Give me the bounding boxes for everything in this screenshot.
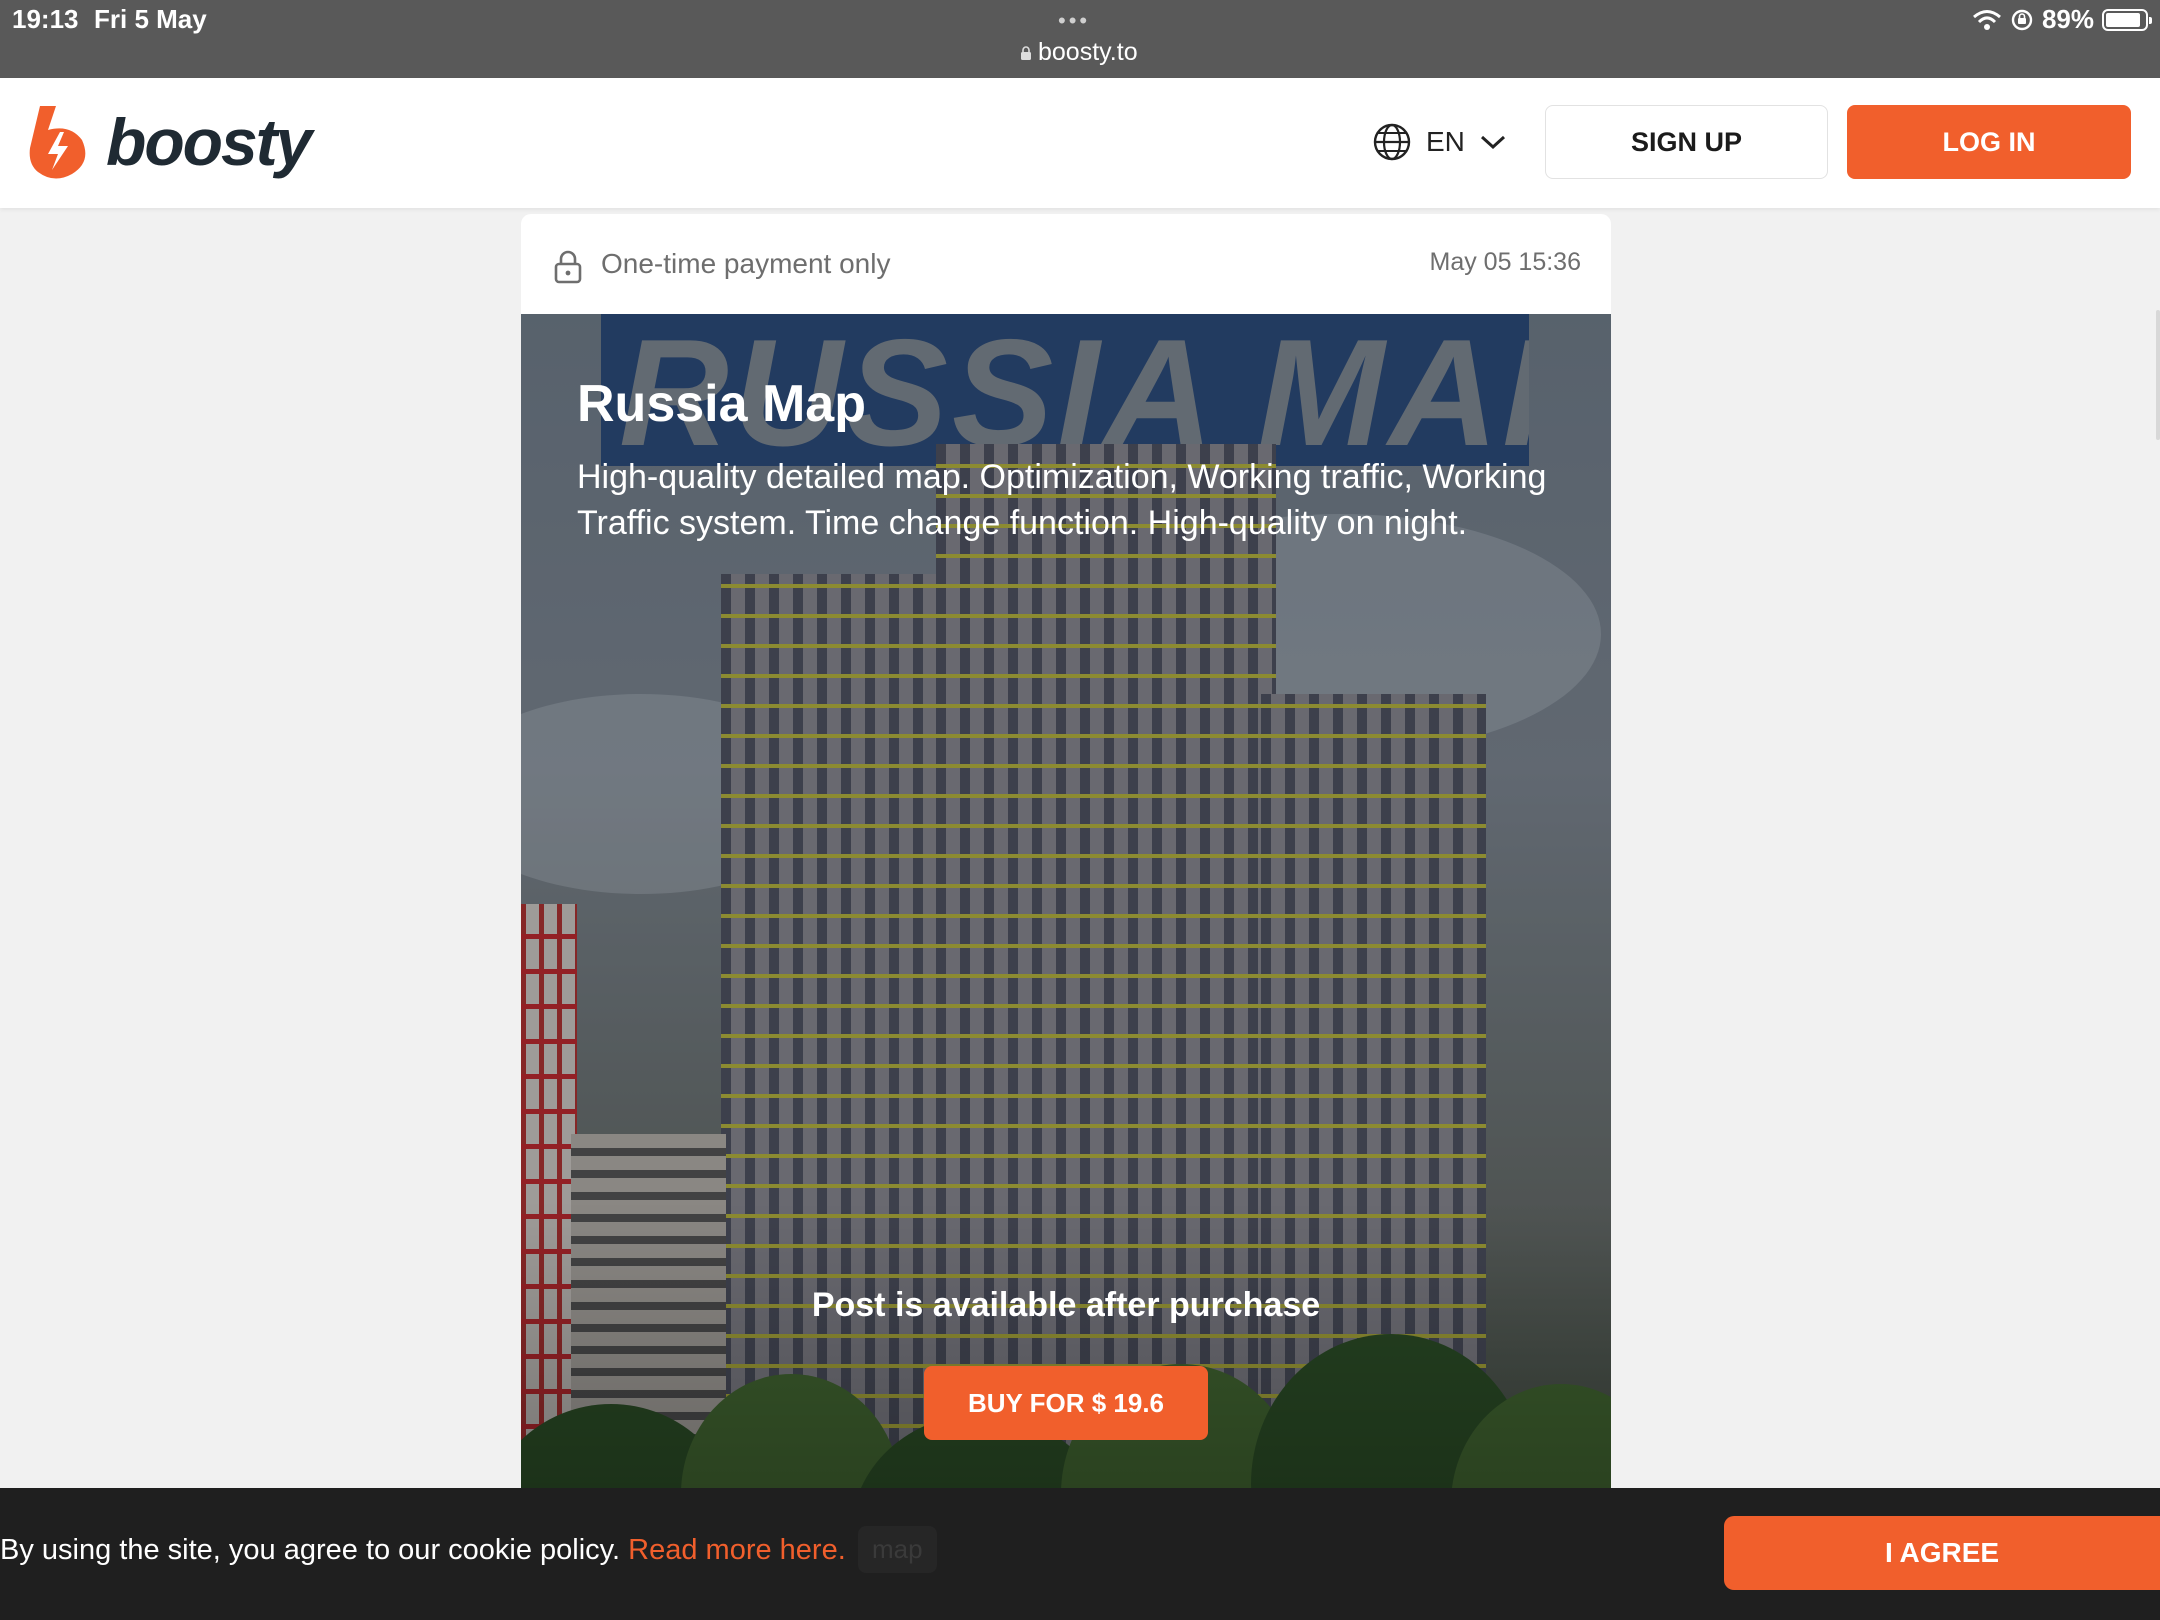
agree-button[interactable]: I AGREE <box>1724 1516 2160 1590</box>
post-cover-image: RUSSIA MAP Russia Map High-quality detai… <box>521 314 1611 1620</box>
cookie-policy-link[interactable]: Read more here. <box>628 1534 846 1566</box>
status-time: 19:13 <box>12 4 79 34</box>
cookie-banner: By using the site, you agree to our cook… <box>0 1488 2160 1620</box>
language-label: EN <box>1426 126 1465 157</box>
address-url: boosty.to <box>1038 38 1138 66</box>
battery-percent: 89% <box>2041 4 2094 34</box>
cookie-message: By using the site, you agree to our cook… <box>0 1534 846 1567</box>
battery-icon <box>2102 8 2152 31</box>
post-description: High-quality detailed map. Optimization,… <box>577 458 1547 542</box>
post-title: Russia Map <box>577 375 866 433</box>
padlock-icon <box>554 250 582 284</box>
scrollbar[interactable] <box>2156 310 2160 440</box>
post-card: One-time payment only May 05 15:36 RUSSI… <box>521 214 1611 1620</box>
sign-up-button[interactable]: SIGN UP <box>1545 105 1828 179</box>
chevron-down-icon <box>1480 135 1505 150</box>
post-header: One-time payment only May 05 15:36 <box>521 214 1611 314</box>
orientation-lock-icon <box>2011 9 2033 30</box>
buy-button[interactable]: BUY FOR $ 19.6 <box>924 1366 1208 1440</box>
globe-icon <box>1373 123 1411 161</box>
post-date: May 05 15:36 <box>1429 248 1582 276</box>
lock-icon <box>1021 45 1031 60</box>
language-selector[interactable]: EN <box>1372 122 1507 162</box>
access-type-label: One-time payment only <box>601 248 891 279</box>
log-in-button[interactable]: LOG IN <box>1847 105 2131 179</box>
multitasking-dots[interactable]: ••• <box>1058 8 1090 34</box>
logo-wordmark: boosty <box>106 105 312 179</box>
boosty-logo[interactable]: boosty <box>26 104 312 180</box>
status-indicators: 89% <box>1972 4 2152 35</box>
address-bar[interactable]: boosty.to <box>1020 38 1160 67</box>
locked-message: Post is available after purchase <box>811 1286 1321 1324</box>
status-bar: 19:13 Fri 5 May ••• boosty.to 89% <box>0 0 2160 78</box>
status-date: Fri 5 May <box>94 4 207 34</box>
boosty-bolt-icon <box>29 106 86 179</box>
site-header: boosty EN SIGN UP LOG IN <box>0 78 2160 208</box>
wifi-icon <box>1972 9 2001 30</box>
post-tag[interactable]: map <box>858 1526 937 1573</box>
cookie-text: By using the site, you agree to our cook… <box>0 1534 629 1566</box>
